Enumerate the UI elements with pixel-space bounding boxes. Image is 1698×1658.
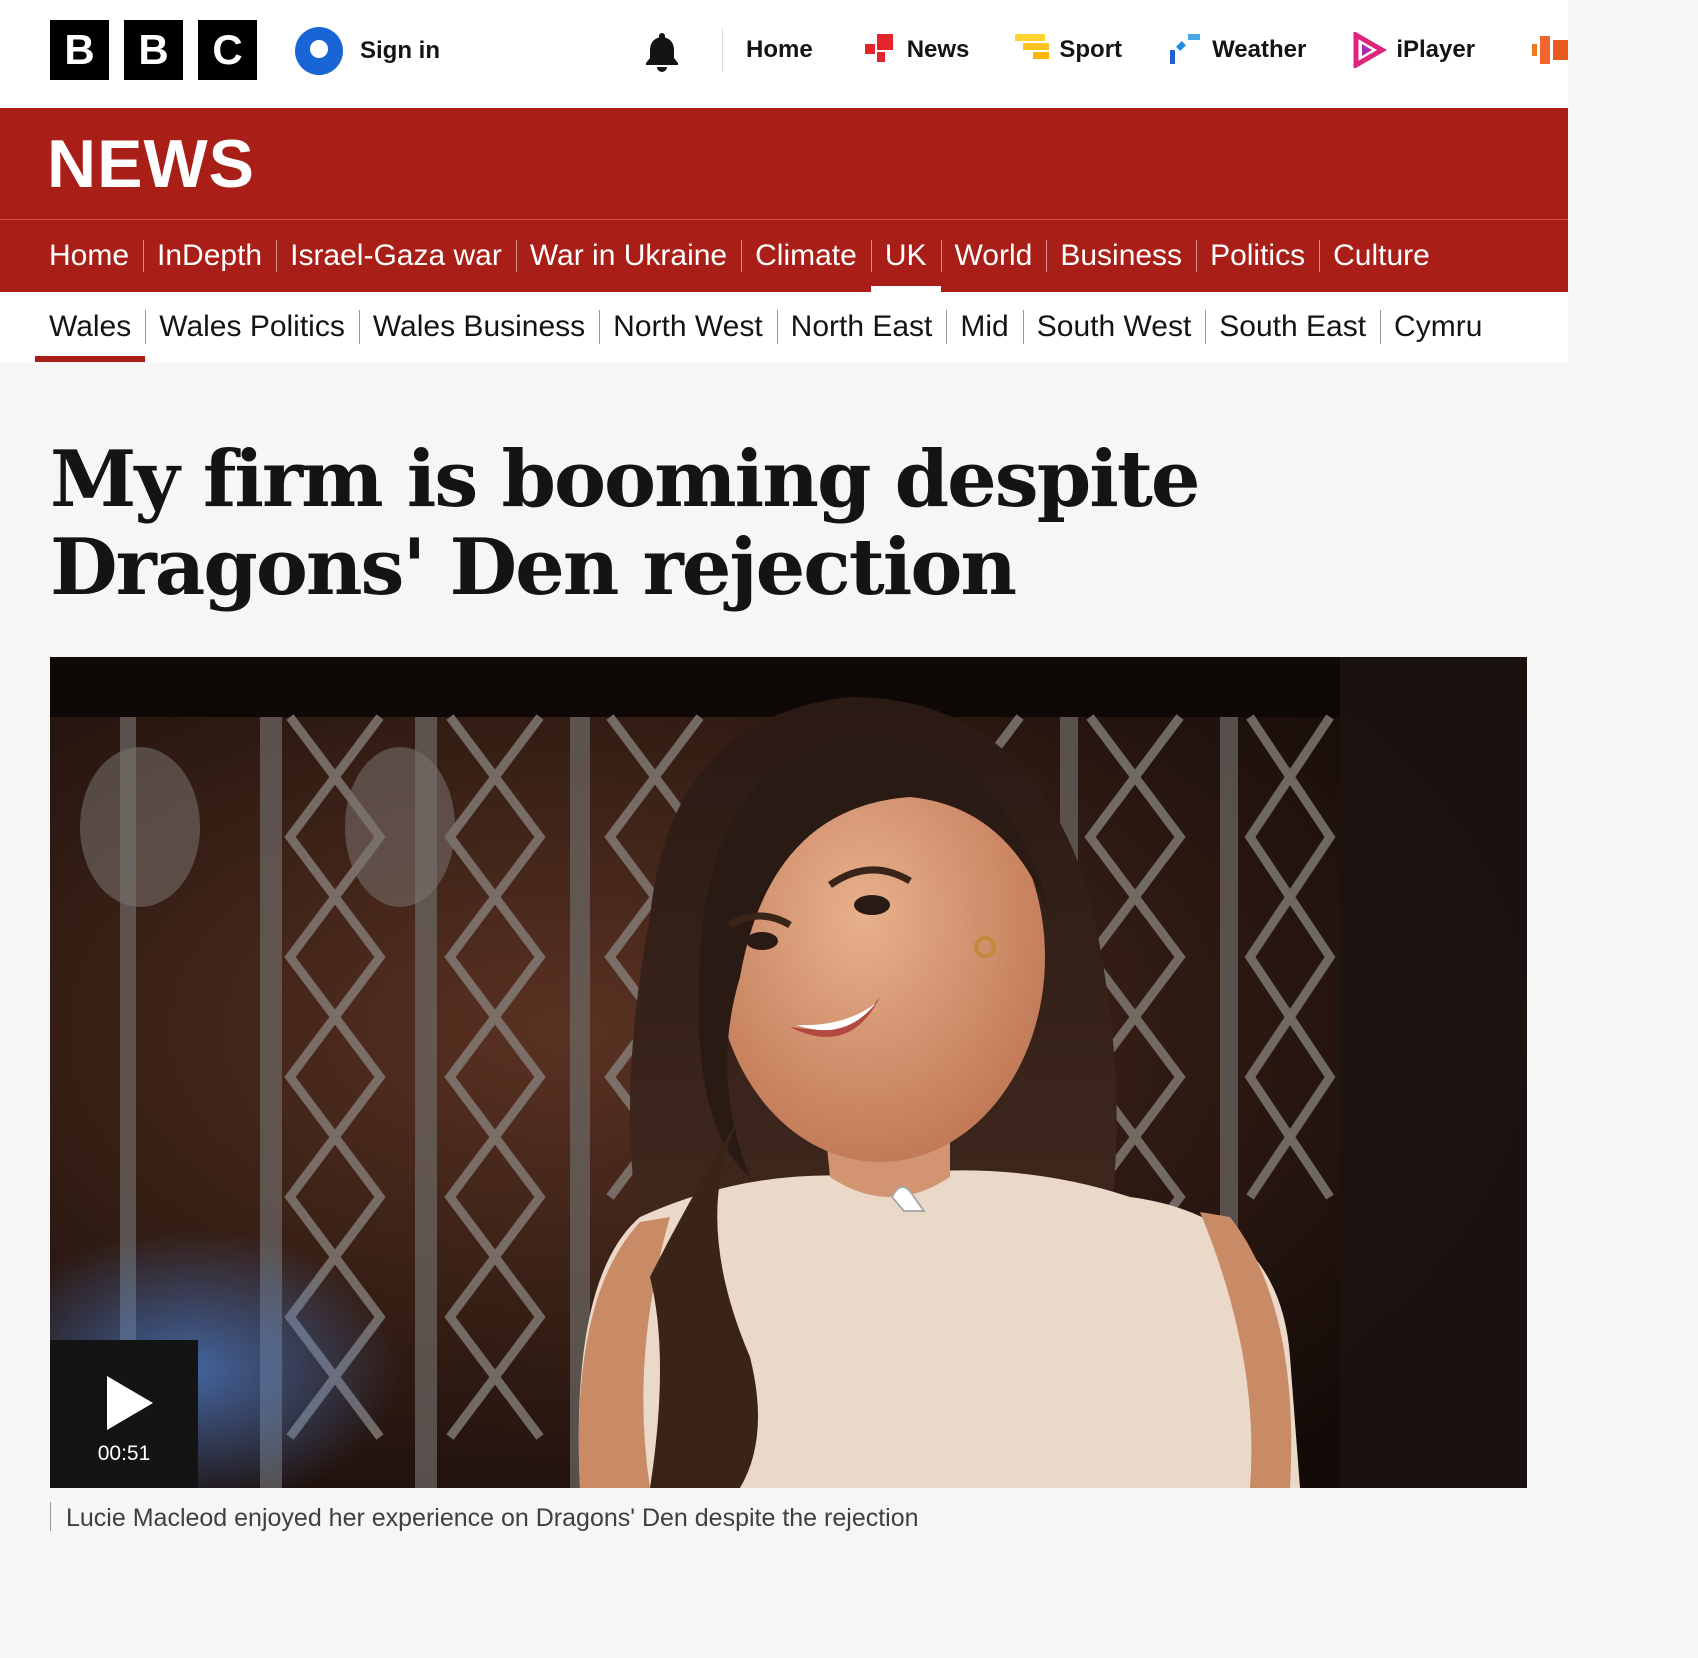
sub-nav-north-west[interactable]: North West [599, 292, 777, 362]
video-still-image [50, 657, 1527, 1488]
topnav-news[interactable]: News [863, 30, 970, 70]
section-nav-climate[interactable]: Climate [741, 220, 871, 292]
section-nav: Home InDepth Israel-Gaza war War in Ukraine… [0, 220, 1568, 292]
masthead-divider [722, 28, 723, 72]
sub-nav-wales[interactable]: Wales [35, 292, 146, 362]
topnav-label: News [906, 36, 970, 63]
topnav-label: Sport [1059, 36, 1123, 63]
sub-nav-south-west[interactable]: South West [1022, 292, 1206, 362]
section-nav-business[interactable]: Business [1046, 220, 1196, 292]
sport-icon [1015, 34, 1050, 59]
play-icon [107, 1376, 153, 1430]
video-duration: 00:51 [97, 1442, 151, 1465]
section-nav-uk[interactable]: UK [870, 220, 941, 292]
section-nav-war-in-ukraine[interactable]: War in Ukraine [515, 220, 741, 292]
weather-icon [1170, 34, 1201, 64]
bbc-top-nav: Home News Sport Weather iPlayer [746, 30, 1521, 70]
video-caption: Lucie Macleod enjoyed her experience on … [66, 1504, 919, 1532]
video-play-button[interactable]: 00:51 [50, 1340, 198, 1488]
user-account-icon [295, 27, 343, 75]
topnav-home[interactable]: Home [746, 30, 813, 70]
section-nav-list: Home InDepth Israel-Gaza war War in Ukraine… [35, 220, 1444, 292]
topnav-label: Home [746, 36, 813, 63]
sub-nav-cymru[interactable]: Cymru [1380, 292, 1496, 362]
sign-in-label: Sign in [360, 37, 440, 64]
sub-nav-north-east[interactable]: North East [776, 292, 947, 362]
article-headline: My firm is booming despite Dragons' Den … [50, 434, 1201, 613]
section-nav-indepth[interactable]: InDepth [143, 220, 276, 292]
bbc-logo[interactable]: B B C [50, 20, 257, 80]
bbc-logo-block: B [124, 20, 183, 80]
topnav-label: Weather [1212, 36, 1307, 63]
article-video[interactable]: 00:51 [50, 657, 1527, 1488]
news-icon [864, 34, 893, 62]
sign-in-link[interactable]: Sign in [294, 26, 440, 76]
topnav-sport[interactable]: Sport [1015, 30, 1122, 70]
section-nav-politics[interactable]: Politics [1196, 220, 1319, 292]
sounds-icon[interactable] [1532, 32, 1568, 68]
news-wordmark[interactable]: NEWS [47, 130, 255, 198]
iplayer-icon [1353, 32, 1388, 68]
news-banner: NEWS [0, 108, 1568, 220]
sub-nav: Wales Wales Politics Wales Business North W… [0, 292, 1568, 362]
section-nav-home[interactable]: Home [35, 220, 143, 292]
masthead: B B C Sign in Home News Sport Weather iP… [0, 0, 1568, 108]
section-nav-world[interactable]: World [940, 220, 1047, 292]
sub-nav-mid[interactable]: Mid [946, 292, 1022, 362]
sub-nav-south-east[interactable]: South East [1205, 292, 1380, 362]
topnav-weather[interactable]: Weather [1168, 30, 1306, 70]
sub-nav-wales-politics[interactable]: Wales Politics [145, 292, 359, 362]
caption-marker [50, 1502, 51, 1531]
bbc-logo-block: C [198, 20, 257, 80]
bbc-logo-block: B [50, 20, 109, 80]
topnav-label: iPlayer [1396, 36, 1476, 63]
bell-icon[interactable] [641, 30, 683, 72]
section-nav-israel-gaza-war[interactable]: Israel-Gaza war [276, 220, 516, 292]
sub-nav-wales-business[interactable]: Wales Business [358, 292, 599, 362]
section-nav-culture[interactable]: Culture [1319, 220, 1444, 292]
sub-nav-list: Wales Wales Politics Wales Business North W… [35, 292, 1496, 362]
topnav-iplayer[interactable]: iPlayer [1352, 30, 1475, 70]
